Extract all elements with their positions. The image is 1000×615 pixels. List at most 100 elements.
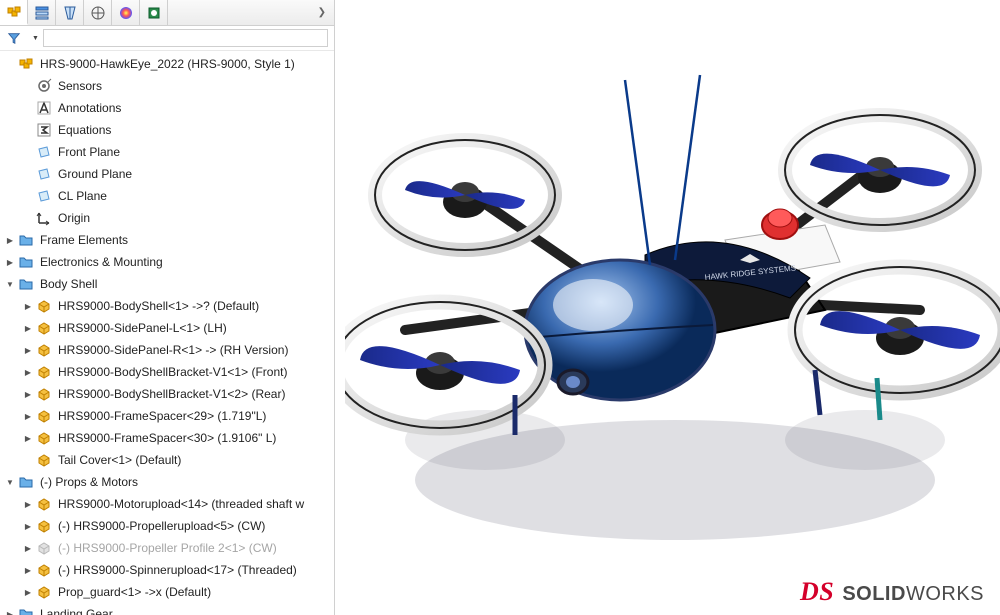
folder-icon [18, 276, 34, 292]
tree-node-label: HRS9000-Motorupload<14> (threaded shaft … [58, 497, 304, 511]
tree-node[interactable]: ▶Frame Elements [0, 229, 334, 251]
tree-node[interactable]: Ground Plane [0, 163, 334, 185]
tab-display-manager[interactable] [56, 0, 84, 25]
tree-node-label: HRS9000-FrameSpacer<29> (1.719"L) [58, 409, 266, 423]
solidworks-logo: DS SOLIDWORKS [800, 577, 984, 607]
tree-node[interactable]: Front Plane [0, 141, 334, 163]
part-dim-icon [36, 540, 52, 556]
assembly-icon [18, 56, 34, 72]
tree-node[interactable]: ▶ HRS9000-FrameSpacer<29> (1.719"L) [0, 405, 334, 427]
tree-node-label: Body Shell [40, 277, 97, 291]
tree-node[interactable]: ▶HRS9000-FrameSpacer<30> (1.9106" L) [0, 427, 334, 449]
feature-manager-tab-bar: ❯ [0, 0, 334, 26]
tree-root[interactable]: HRS-9000-HawkEye_2022 (HRS-9000, Style 1… [0, 53, 334, 75]
tree-node[interactable]: ▶ (-) HRS9000-Spinnerupload<17> (Threaded… [0, 559, 334, 581]
tree-node-label: Tail Cover<1> (Default) [58, 453, 181, 467]
plane-icon [36, 188, 52, 204]
tree-node[interactable]: ▶ (-) HRS9000-Propeller Profile 2<1> (CW) [0, 537, 334, 559]
chevron-right-icon[interactable]: ▶ [22, 300, 34, 312]
expander-spacer [22, 146, 34, 158]
tab-configuration[interactable] [28, 0, 56, 25]
chevron-right-icon[interactable]: ▶ [22, 344, 34, 356]
chevron-right-icon[interactable]: ▶ [22, 322, 34, 334]
equations-icon [36, 122, 52, 138]
tree-node[interactable]: Sensors [0, 75, 334, 97]
graphics-viewport[interactable]: HAWK RIDGE SYSTEMS [335, 0, 1000, 615]
chevron-right-icon[interactable]: ▶ [22, 520, 34, 532]
model-drone: HAWK RIDGE SYSTEMS [345, 20, 1000, 560]
tree-node[interactable]: ▶HRS9000-SidePanel-L<1> (LH) [0, 317, 334, 339]
tree-node[interactable]: ▶ HRS9000-BodyShell<1> ->? (Default) [0, 295, 334, 317]
feature-tree: HRS-9000-HawkEye_2022 (HRS-9000, Style 1… [0, 51, 334, 615]
chevron-down-icon[interactable]: ▼ [4, 476, 16, 488]
filter-icon[interactable] [6, 30, 22, 46]
chevron-right-icon[interactable]: ▶ [22, 388, 34, 400]
chevron-down-icon[interactable] [4, 58, 16, 70]
tree-node[interactable]: ▶ HRS9000-Motorupload<14> (threaded shaft… [0, 493, 334, 515]
chevron-right-icon[interactable]: ▶ [22, 366, 34, 378]
tree-node[interactable]: ▶ HRS9000-SidePanel-R<1> -> (RH Version) [0, 339, 334, 361]
tree-node-label: Landing Gear [40, 607, 113, 615]
plane-icon [36, 144, 52, 160]
tree-node[interactable]: Origin [0, 207, 334, 229]
logo-ds-icon: DS [800, 577, 834, 606]
feature-manager-panel: ❯ ▼ HRS-9000-HawkEye_2022 (HRS-9000, Sty… [0, 0, 335, 615]
part-icon [36, 562, 52, 578]
tab-toolbox[interactable] [140, 0, 168, 25]
tree-node[interactable]: ▶ HRS9000-BodyShellBracket-V1<2> (Rear) [0, 383, 334, 405]
chevron-right-icon[interactable]: ▶ [4, 234, 16, 246]
expander-spacer [22, 102, 34, 114]
chevron-right-icon[interactable]: ▶ [4, 256, 16, 268]
part-icon [36, 430, 52, 446]
tree-node-label: HRS9000-BodyShell<1> ->? (Default) [58, 299, 259, 313]
expander-spacer [22, 80, 34, 92]
tree-node-label: Prop_guard<1> ->x (Default) [58, 585, 211, 599]
expander-spacer [22, 190, 34, 202]
logo-reg: WORKS [906, 583, 984, 605]
tree-node-label: (-) HRS9000-Propeller Profile 2<1> (CW) [58, 541, 277, 555]
tree-node-label: HRS9000-BodyShellBracket-V1<1> (Front) [58, 365, 287, 379]
tree-node[interactable]: ▶Electronics & Mounting [0, 251, 334, 273]
logo-bold: SOLID [842, 583, 906, 605]
tree-node-label: HRS9000-SidePanel-R<1> -> (RH Version) [58, 343, 288, 357]
tree-node-label: HRS9000-BodyShellBracket-V1<2> (Rear) [58, 387, 285, 401]
tree-node[interactable]: CL Plane [0, 185, 334, 207]
part-icon [36, 584, 52, 600]
tree-node[interactable]: Equations [0, 119, 334, 141]
tree-root-label: HRS-9000-HawkEye_2022 (HRS-9000, Style 1… [40, 57, 295, 71]
chevron-down-icon[interactable]: ▼ [4, 278, 16, 290]
tree-node[interactable]: ▼(-) Props & Motors [0, 471, 334, 493]
tree-node[interactable]: Tail Cover<1> (Default) [0, 449, 334, 471]
part-icon [36, 386, 52, 402]
folder-icon [18, 232, 34, 248]
tab-evaluate[interactable] [84, 0, 112, 25]
tree-node[interactable]: ▶(-) HRS9000-Propellerupload<5> (CW) [0, 515, 334, 537]
chevron-right-icon[interactable]: ▶ [22, 564, 34, 576]
tab-assembly[interactable] [0, 0, 28, 25]
expander-spacer [22, 454, 34, 466]
part-icon [36, 518, 52, 534]
folder-icon [18, 606, 34, 615]
tree-node[interactable]: ▼ Body Shell [0, 273, 334, 295]
tree-node-label: Front Plane [58, 145, 120, 159]
chevron-right-icon[interactable]: ▶ [22, 498, 34, 510]
tree-node-label: (-) HRS9000-Spinnerupload<17> (Threaded) [58, 563, 297, 577]
chevron-right-icon[interactable]: ▶ [22, 432, 34, 444]
expander-spacer [22, 168, 34, 180]
chevron-right-icon[interactable]: ▶ [22, 542, 34, 554]
tree-node[interactable]: ▶ Landing Gear [0, 603, 334, 615]
filter-input[interactable] [43, 29, 328, 47]
folder-icon [18, 474, 34, 490]
sensors-icon [36, 78, 52, 94]
tab-appearance[interactable] [112, 0, 140, 25]
tab-overflow-chevron[interactable]: ❯ [168, 0, 334, 25]
filter-bar: ▼ [0, 26, 334, 51]
chevron-right-icon[interactable]: ▶ [22, 586, 34, 598]
chevron-right-icon[interactable]: ▶ [4, 608, 16, 615]
tree-node[interactable]: Annotations [0, 97, 334, 119]
tree-node-label: Ground Plane [58, 167, 132, 181]
tree-node[interactable]: ▶ HRS9000-BodyShellBracket-V1<1> (Front) [0, 361, 334, 383]
filter-dropdown-caret[interactable]: ▼ [32, 35, 39, 42]
tree-node[interactable]: ▶ Prop_guard<1> ->x (Default) [0, 581, 334, 603]
chevron-right-icon[interactable]: ▶ [22, 410, 34, 422]
